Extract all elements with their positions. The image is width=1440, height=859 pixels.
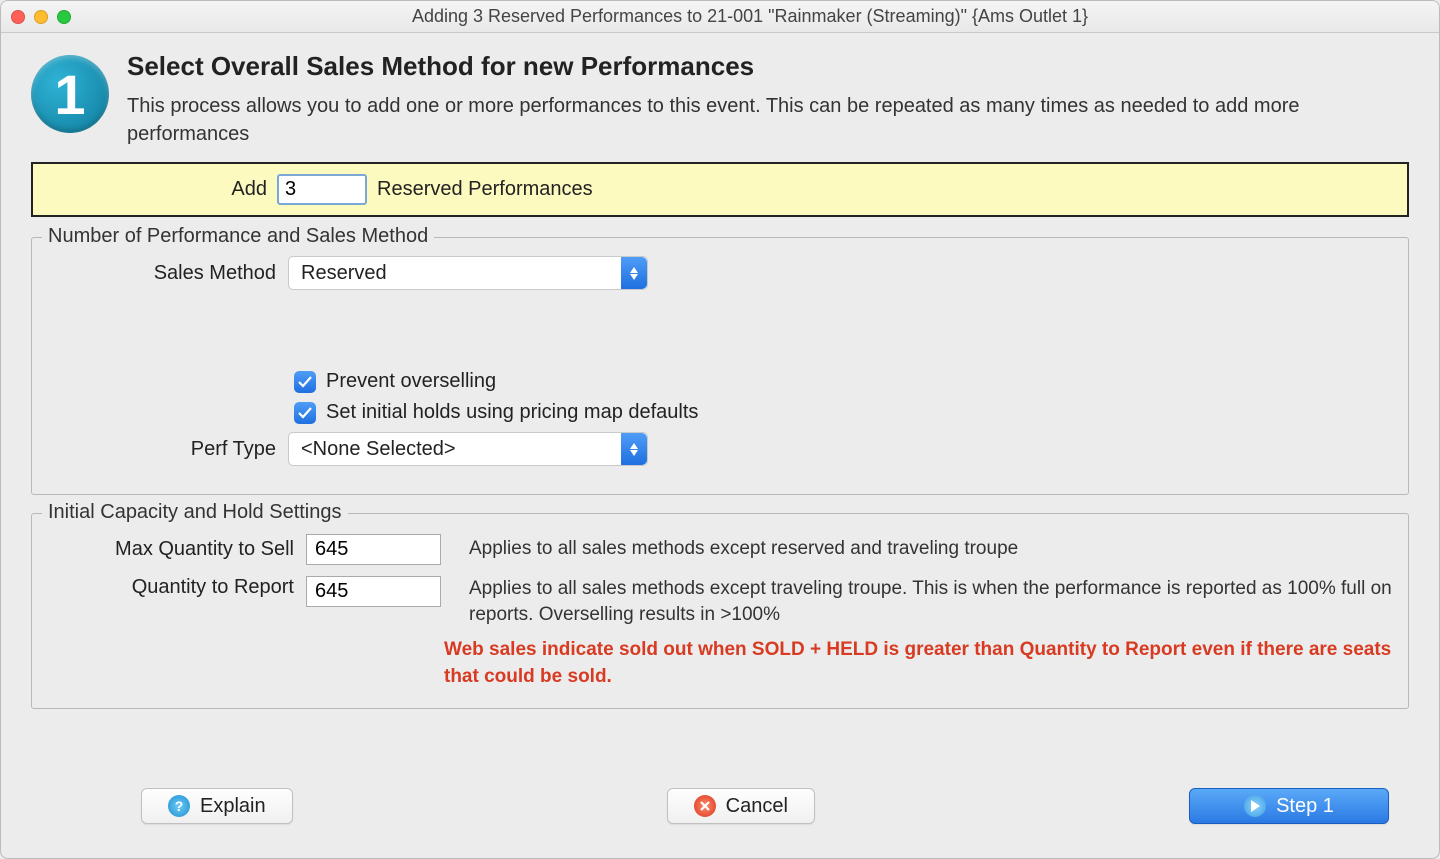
chevron-updown-icon <box>621 257 647 289</box>
content-area: 1 Select Overall Sales Method for new Pe… <box>1 33 1439 858</box>
max-qty-input[interactable] <box>306 534 441 565</box>
perf-type-select[interactable]: <None Selected> <box>288 432 648 466</box>
titlebar: Adding 3 Reserved Performances to 21-001… <box>1 1 1439 33</box>
cancel-button[interactable]: Cancel <box>667 788 815 824</box>
close-window-button[interactable] <box>11 10 25 24</box>
step-badge: 1 <box>31 55 109 133</box>
wizard-window: Adding 3 Reserved Performances to 21-001… <box>0 0 1440 859</box>
cancel-label: Cancel <box>726 795 788 818</box>
header-text: Select Overall Sales Method for new Perf… <box>127 51 1409 148</box>
set-initial-holds-label: Set initial holds using pricing map defa… <box>326 401 698 424</box>
play-icon <box>1244 795 1266 817</box>
zoom-window-button[interactable] <box>57 10 71 24</box>
explain-button[interactable]: ? Explain <box>141 788 293 824</box>
help-icon: ? <box>168 795 190 817</box>
report-qty-input[interactable] <box>306 576 441 607</box>
performance-count-input[interactable] <box>277 174 367 205</box>
explain-label: Explain <box>200 795 266 818</box>
sold-out-warning: Web sales indicate sold out when SOLD + … <box>444 637 1394 690</box>
set-initial-holds-checkbox[interactable] <box>294 402 316 424</box>
sales-method-label: Sales Method <box>46 262 276 285</box>
button-bar: ? Explain Cancel Step 1 <box>31 788 1409 848</box>
prevent-overselling-row: Prevent overselling <box>294 370 1394 393</box>
max-qty-description: Applies to all sales methods except rese… <box>469 536 1394 562</box>
page-description: This process allows you to add one or mo… <box>127 92 1409 148</box>
window-title: Adding 3 Reserved Performances to 21-001… <box>71 6 1429 27</box>
set-initial-holds-row: Set initial holds using pricing map defa… <box>294 401 1394 424</box>
chevron-updown-icon <box>621 433 647 465</box>
capacity-legend: Initial Capacity and Hold Settings <box>42 501 348 524</box>
sales-method-fieldset: Number of Performance and Sales Method S… <box>31 237 1409 495</box>
perf-type-value: <None Selected> <box>301 438 456 461</box>
sales-method-value: Reserved <box>301 262 387 285</box>
step1-label: Step 1 <box>1276 795 1334 818</box>
cancel-icon <box>694 795 716 817</box>
page-title: Select Overall Sales Method for new Perf… <box>127 51 1409 82</box>
wizard-header: 1 Select Overall Sales Method for new Pe… <box>31 51 1409 148</box>
minimize-window-button[interactable] <box>34 10 48 24</box>
add-count-bar: Add Reserved Performances <box>31 162 1409 217</box>
max-qty-label: Max Quantity to Sell <box>64 538 294 561</box>
sales-method-legend: Number of Performance and Sales Method <box>42 225 434 248</box>
sales-method-select[interactable]: Reserved <box>288 256 648 290</box>
prevent-overselling-checkbox[interactable] <box>294 371 316 393</box>
prevent-overselling-label: Prevent overselling <box>326 370 496 393</box>
add-suffix: Reserved Performances <box>377 178 593 201</box>
step1-button[interactable]: Step 1 <box>1189 788 1389 824</box>
report-qty-description: Applies to all sales methods except trav… <box>469 576 1394 627</box>
perf-type-label: Perf Type <box>46 438 276 461</box>
add-label: Add <box>47 178 267 201</box>
report-qty-label: Quantity to Report <box>64 576 294 599</box>
capacity-fieldset: Initial Capacity and Hold Settings Max Q… <box>31 513 1409 709</box>
window-controls <box>11 10 71 24</box>
